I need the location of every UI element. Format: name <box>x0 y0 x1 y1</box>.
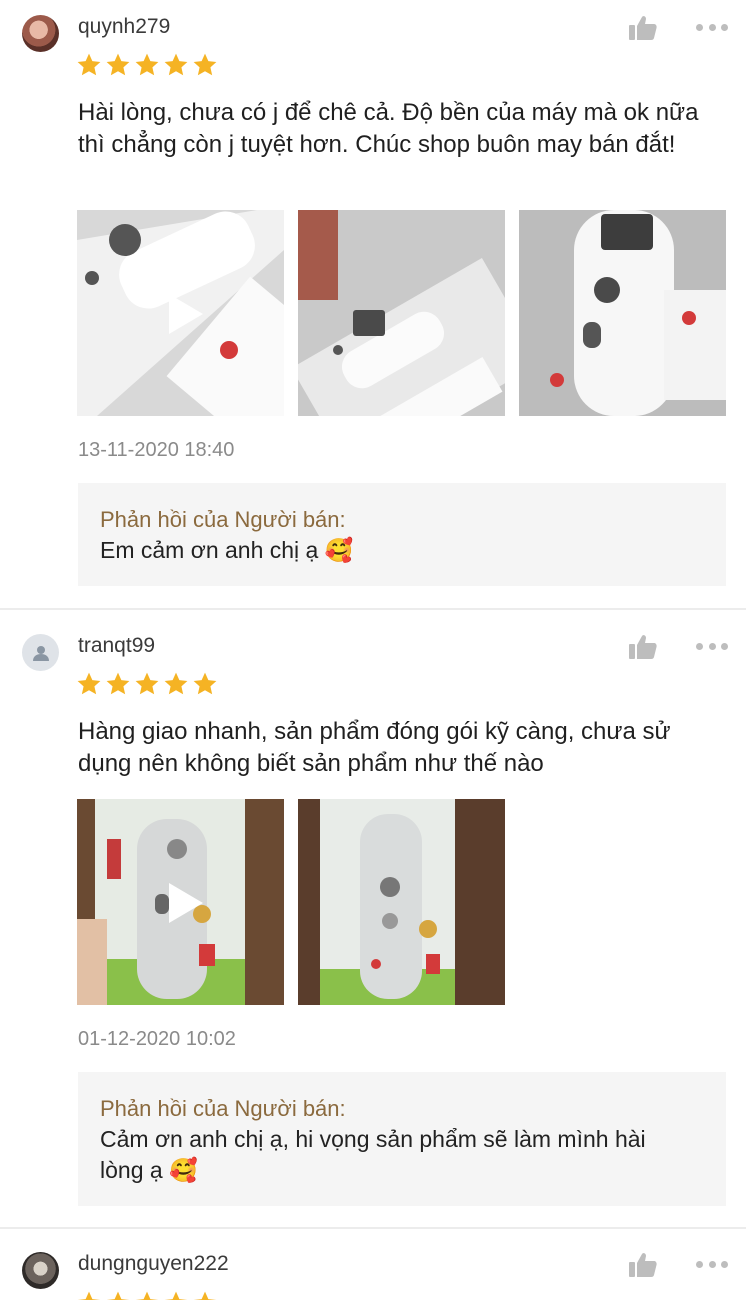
seller-reply-text: Cảm ơn anh chị ạ, hi vọng sản phẩm sẽ là… <box>100 1126 646 1183</box>
star-icon <box>77 672 101 695</box>
review-username[interactable]: dungnguyen222 <box>78 1252 229 1276</box>
user-avatar[interactable] <box>22 634 59 671</box>
star-icon <box>164 53 188 76</box>
star-icon <box>193 53 217 76</box>
thumbs-up-icon[interactable] <box>628 15 658 41</box>
default-user-icon <box>32 645 49 661</box>
review-divider <box>0 1227 746 1229</box>
seller-reply-title: Phản hồi của Người bán: <box>100 1096 346 1121</box>
review-photo[interactable] <box>519 210 726 416</box>
star-icon <box>135 672 159 695</box>
seller-reply: Phản hồi của Người bán: Em cảm ơn anh ch… <box>78 483 726 586</box>
star-icon <box>77 53 101 76</box>
more-options-icon[interactable] <box>696 22 728 32</box>
star-icon <box>77 1291 101 1300</box>
review-comment: Hài lòng, chưa có j để chê cả. Độ bền củ… <box>78 99 699 158</box>
seller-reply-title: Phản hồi của Người bán: <box>100 507 346 532</box>
star-icon <box>106 672 130 695</box>
review-comment: Hàng giao nhanh, sản phẩm đóng gói kỹ cà… <box>78 718 671 777</box>
star-icon <box>164 1291 188 1300</box>
star-icon <box>135 1291 159 1300</box>
more-options-icon[interactable] <box>696 1259 728 1269</box>
review-divider <box>0 608 746 610</box>
seller-reply-text: Em cảm ơn anh chị ạ 🥰 <box>100 537 354 563</box>
review-photo[interactable] <box>298 799 505 1005</box>
star-icon <box>106 1291 130 1300</box>
user-avatar[interactable] <box>22 15 59 52</box>
star-rating <box>76 1290 218 1300</box>
user-avatar[interactable] <box>22 1252 59 1289</box>
seller-reply: Phản hồi của Người bán: Cảm ơn anh chị ạ… <box>78 1072 726 1206</box>
star-rating <box>76 52 218 78</box>
star-icon <box>193 672 217 695</box>
review-photo[interactable] <box>298 210 505 416</box>
review-username[interactable]: tranqt99 <box>78 634 155 658</box>
star-icon <box>135 53 159 76</box>
review-timestamp: 13-11-2020 18:40 <box>78 439 235 461</box>
more-options-icon[interactable] <box>696 641 728 651</box>
play-icon[interactable] <box>165 292 205 336</box>
play-icon[interactable] <box>165 881 205 925</box>
thumbs-up-icon[interactable] <box>628 1252 658 1278</box>
review-video-thumbnail[interactable] <box>77 799 284 1005</box>
thumbs-up-icon[interactable] <box>628 634 658 660</box>
review-timestamp: 01-12-2020 10:02 <box>78 1028 236 1050</box>
review-video-thumbnail[interactable] <box>77 210 284 416</box>
review-username[interactable]: quynh279 <box>78 15 170 39</box>
star-icon <box>106 53 130 76</box>
star-icon <box>164 672 188 695</box>
star-icon <box>193 1291 217 1300</box>
star-rating <box>76 671 218 697</box>
